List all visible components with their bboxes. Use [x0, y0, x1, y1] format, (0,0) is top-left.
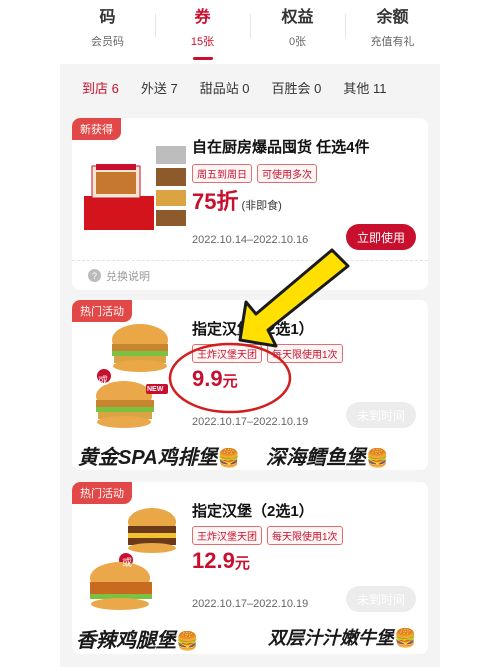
chip: 可使用多次 — [257, 164, 317, 183]
use-now-button[interactable]: 立即使用 — [346, 224, 416, 250]
validity-dates: 2022.10.17–2022.10.19 — [192, 416, 309, 428]
tab-balance[interactable]: 余额 充值有礼 — [345, 0, 440, 64]
burger-caption-left: 黄金SPA鸡排堡🍔 — [78, 441, 240, 470]
not-yet-button[interactable]: 未到时间 — [346, 586, 416, 612]
coupon-price: 9.9元 — [192, 366, 238, 392]
product-image — [84, 146, 186, 230]
redeem-instructions[interactable]: ? 兑换说明 — [72, 260, 428, 290]
tab-coupons[interactable]: 券 15张 — [155, 0, 250, 64]
or-label: 或 — [122, 558, 132, 569]
coupon-price: 12.9元 — [192, 548, 250, 574]
top-tab-bar: 码 会员码 券 15张 权益 0张 余额 充值有礼 — [60, 0, 440, 64]
tab-member-code[interactable]: 码 会员码 — [60, 0, 155, 64]
coupon-title: 指定汉堡（2选1） — [192, 503, 314, 520]
burger-icon: 🍔 — [217, 448, 241, 468]
price-unit: 元 — [222, 373, 238, 390]
caption-text: 黄金SPA鸡排堡 — [78, 447, 218, 469]
burger-icon: 🍔 — [366, 448, 389, 468]
chip: 周五到周日 — [192, 164, 252, 183]
tab-title: 码 — [99, 9, 116, 26]
coupon-price: 75折 (非即食) — [192, 184, 282, 216]
validity-dates: 2022.10.14–2022.10.16 — [192, 234, 309, 246]
tab-title: 权益 — [281, 9, 314, 26]
price-value: 75折 — [192, 189, 239, 214]
new-label: NEW — [147, 386, 164, 393]
burger-caption-right: 双层汁汁嫩牛堡🍔 — [268, 624, 416, 650]
validity-dates: 2022.10.17–2022.10.19 — [192, 598, 309, 610]
or-label: 或 — [98, 376, 108, 387]
coupon-card: 新获得 自在厨房爆品囤货 任选4件 周五到周日 可使用多次 75折 (非即食) 2… — [72, 118, 428, 290]
price-value: 9.9 — [192, 366, 223, 391]
burger-icon: 🍔 — [394, 628, 417, 648]
filter-other[interactable]: 其他 11 — [343, 78, 386, 97]
chip: 每天限使用1次 — [267, 344, 343, 363]
burger-icon — [90, 508, 176, 610]
filter-dessert[interactable]: 甜品站 0 — [200, 78, 250, 97]
chip: 王炸汉堡天团 — [192, 344, 262, 363]
coupon-chips: 王炸汉堡天团 每天限使用1次 — [192, 526, 348, 545]
chip: 王炸汉堡天团 — [192, 526, 262, 545]
coupon-title: 自在厨房爆品囤货 任选4件 — [192, 139, 370, 156]
not-yet-button[interactable]: 未到时间 — [346, 402, 416, 428]
tab-title: 券 — [194, 9, 211, 26]
burger-icon: 🍔 — [176, 631, 199, 651]
filter-yum-club[interactable]: 百胜会 0 — [272, 78, 322, 97]
tab-subtitle: 15张 — [190, 36, 215, 48]
tab-title: 余额 — [376, 9, 409, 26]
caption-text: 双层汁汁嫩牛堡 — [268, 628, 394, 648]
coupon-chips: 王炸汉堡天团 每天限使用1次 — [192, 344, 348, 363]
tab-subtitle: 会员码 — [91, 36, 124, 48]
price-unit: 元 — [234, 555, 250, 572]
caption-text: 香辣鸡腿堡 — [76, 630, 176, 652]
tab-benefits[interactable]: 权益 0张 — [250, 0, 345, 64]
coupon-chips: 周五到周日 可使用多次 — [192, 164, 322, 183]
tab-subtitle: 0张 — [288, 36, 307, 48]
burger-caption-left: 香辣鸡腿堡🍔 — [76, 624, 198, 653]
tab-subtitle: 充值有礼 — [370, 36, 415, 48]
coupon-title: 指定汉堡（2选1） — [192, 321, 314, 338]
filter-delivery[interactable]: 外送 7 — [141, 78, 178, 97]
question-icon: ? — [88, 269, 101, 282]
burger-caption-right: 深海鳕鱼堡🍔 — [266, 441, 388, 470]
coupon-card: 热门活动 或 NEW 指定汉堡（2选1） 王炸汉堡天团 每天限使用1次 9.9元… — [72, 300, 428, 470]
chip: 每天限使用1次 — [267, 526, 343, 545]
price-value: 12.9 — [192, 548, 235, 573]
coupon-card: 热门活动 或 指定汉堡（2选1） 王炸汉堡天团 每天限使用1次 12.9元 20… — [72, 482, 428, 654]
coupon-filter-tabs: 到店 6 外送 7 甜品站 0 百胜会 0 其他 11 — [60, 64, 440, 110]
caption-text: 深海鳕鱼堡 — [266, 447, 366, 469]
coupon-page: 码 会员码 券 15张 权益 0张 余额 充值有礼 到店 6 外送 7 甜品站 … — [60, 0, 440, 667]
redeem-instructions-label: 兑换说明 — [106, 270, 150, 283]
filter-in-store[interactable]: 到店 6 — [82, 78, 119, 97]
price-note: (非即食) — [241, 200, 282, 212]
